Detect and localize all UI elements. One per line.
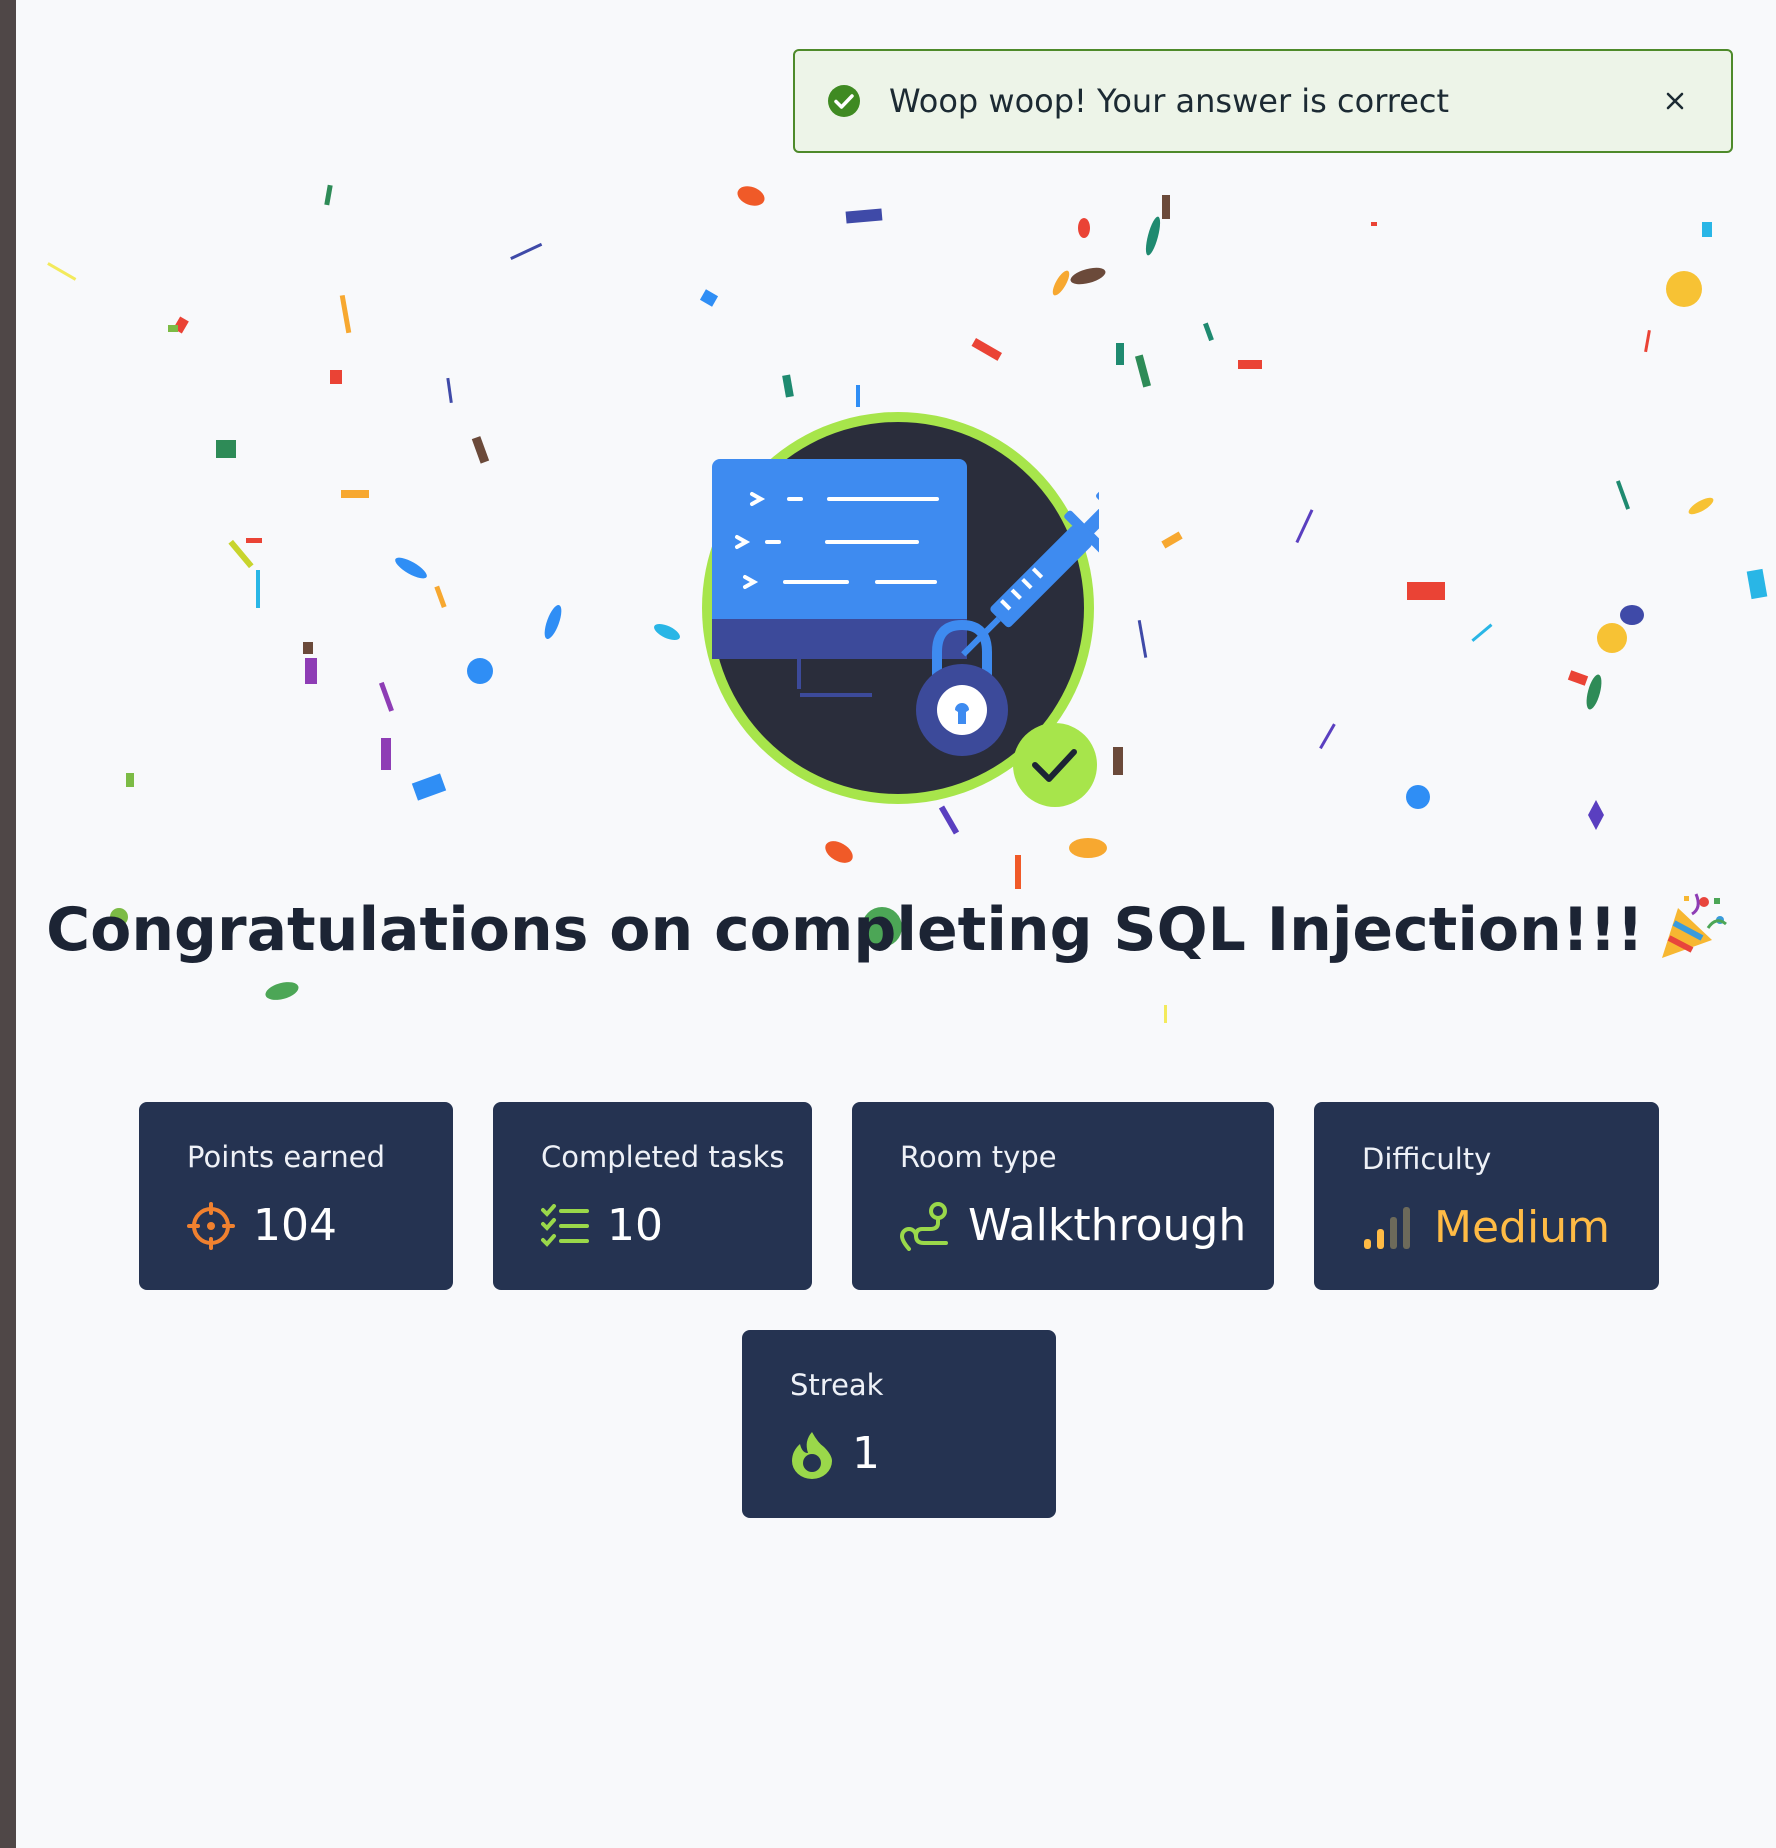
- success-toast: Woop woop! Your answer is correct: [793, 49, 1733, 153]
- toast-message: Woop woop! Your answer is correct: [889, 82, 1450, 120]
- close-icon: [1666, 92, 1684, 110]
- flame-icon: [792, 1431, 832, 1479]
- completed-tasks-value: 10: [607, 1200, 663, 1251]
- page-title-text: Congratulations on completing SQL Inject…: [46, 895, 1644, 965]
- room-badge: [702, 412, 1099, 807]
- target-icon: [187, 1201, 235, 1250]
- completed-tasks-card: Completed tasks 10: [493, 1102, 812, 1290]
- checklist-icon: [541, 1203, 589, 1247]
- completed-tasks-label: Completed tasks: [541, 1140, 785, 1174]
- points-earned-value: 104: [253, 1200, 337, 1251]
- room-type-value: Walkthrough: [968, 1200, 1247, 1251]
- signal-bars-icon: [1364, 1206, 1410, 1249]
- points-earned-label: Points earned: [187, 1140, 385, 1174]
- difficulty-label: Difficulty: [1362, 1142, 1492, 1176]
- toast-close-button[interactable]: [1655, 81, 1695, 121]
- difficulty-card: Difficulty Medium: [1314, 1102, 1659, 1290]
- page-title: Congratulations on completing SQL Inject…: [0, 888, 1776, 965]
- room-type-card: Room type Walkthrough: [852, 1102, 1274, 1290]
- party-popper-icon: [1661, 893, 1727, 958]
- difficulty-value: Medium: [1434, 1202, 1610, 1253]
- points-earned-card: Points earned 104: [139, 1102, 453, 1290]
- streak-label: Streak: [790, 1368, 884, 1402]
- check-circle-icon: [828, 85, 860, 117]
- streak-card: Streak 1: [742, 1330, 1056, 1518]
- streak-value: 1: [852, 1428, 880, 1479]
- room-type-label: Room type: [900, 1140, 1057, 1174]
- route-icon: [900, 1201, 948, 1251]
